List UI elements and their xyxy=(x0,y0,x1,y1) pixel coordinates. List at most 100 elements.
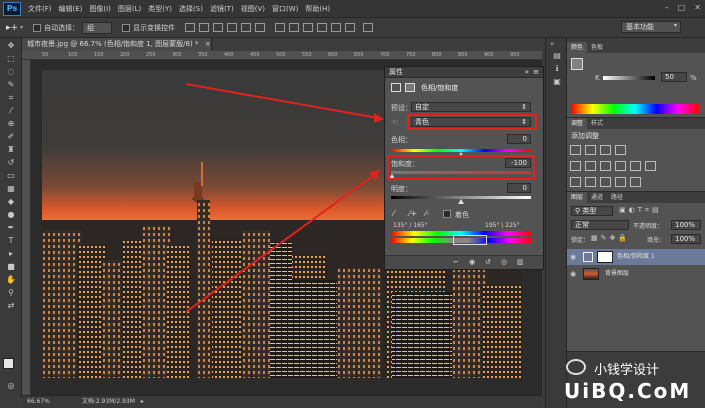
invert-icon[interactable] xyxy=(570,177,581,187)
levels-icon[interactable] xyxy=(585,145,596,155)
opacity-input[interactable]: 100% xyxy=(671,220,701,230)
preset-value: 自定 xyxy=(415,103,429,111)
tab-channels[interactable]: 通道 xyxy=(587,192,607,203)
properties-panel: 属性 » ≡ 色相/饱和度 预设： 自定 ⇕ ☜ 青色 ⇕ 色相： 0 饱和度：… xyxy=(384,66,544,270)
add-adjustment-heading: 添加调整 xyxy=(571,132,599,140)
panel-icon-strip: » ▤ ℹ ▣ xyxy=(545,38,567,408)
fill-label: 填充： xyxy=(647,237,666,244)
mask-icon[interactable] xyxy=(405,83,415,92)
colorize-label: 着色 xyxy=(455,211,469,219)
clip-to-layer-icon[interactable]: ⌐ xyxy=(453,258,459,266)
gradient-map-icon[interactable] xyxy=(615,177,626,187)
black-white-icon[interactable] xyxy=(615,161,626,171)
adjustment-icons-row-3 xyxy=(567,175,705,191)
arrowhead-channel xyxy=(374,113,384,123)
targeted-adjust-hand-icon[interactable]: ☜ xyxy=(391,118,398,127)
reset-icon[interactable]: ↺ xyxy=(485,258,491,266)
adjustments-panel-tabs: 调整 样式 xyxy=(567,118,705,129)
fill-input[interactable]: 100% xyxy=(671,234,701,244)
hue-saturation-icon[interactable] xyxy=(585,161,596,171)
watermark-title: 小钱学设计 xyxy=(594,363,660,378)
foreground-swatch[interactable] xyxy=(571,58,583,70)
collapse-panels-icon[interactable]: » xyxy=(550,40,562,48)
arrow-to-channel xyxy=(185,83,379,119)
k-channel-label: K xyxy=(595,74,600,82)
adjustment-layer-icon xyxy=(391,83,401,92)
range-right-value: 195° \ 225° xyxy=(485,222,520,229)
range-left-value: 135° / 165° xyxy=(393,222,428,229)
color-balance-icon[interactable] xyxy=(600,161,611,171)
tab-styles[interactable]: 样式 xyxy=(587,118,607,129)
delete-adjustment-icon[interactable]: ▥ xyxy=(517,258,524,266)
lightness-input[interactable]: 0 xyxy=(507,183,531,193)
tab-color[interactable]: 颜色 xyxy=(567,42,588,53)
layer-row-hue-saturation[interactable]: ◉ 色相/饱和度 1 xyxy=(567,249,705,265)
layer-filter-dropdown[interactable]: ⚲ 类型 xyxy=(571,206,613,216)
preset-label: 预设： xyxy=(391,104,412,112)
color-panel: 颜色 色板 K 50 % xyxy=(567,42,705,118)
panel-menu-icon[interactable]: ≡ xyxy=(533,67,539,78)
adjustments-panel: 调整 样式 添加调整 xyxy=(567,118,705,192)
threshold-icon[interactable] xyxy=(600,177,611,187)
arrowhead-saturation xyxy=(369,170,380,181)
eyedropper-icon[interactable]: ⁄ xyxy=(393,209,394,218)
k-value-input[interactable]: 50 xyxy=(661,72,687,82)
layer-row-background[interactable]: ◉ 背景图层 xyxy=(567,266,705,282)
lightness-slider-thumb[interactable] xyxy=(458,199,464,204)
visibility-eye-icon[interactable]: ◉ xyxy=(570,253,576,261)
preset-dropdown[interactable]: 自定 ⇕ xyxy=(411,102,531,112)
tab-paths[interactable]: 路径 xyxy=(607,192,627,203)
k-slider[interactable] xyxy=(603,76,655,80)
brightness-contrast-icon[interactable] xyxy=(570,145,581,155)
status-bar: 66.67% 文档:2.93M/2.93M ▸ xyxy=(22,395,542,408)
adjustment-icons-row-2 xyxy=(567,159,705,175)
view-previous-icon[interactable]: ◉ xyxy=(469,258,475,266)
properties-title: 属性 xyxy=(389,68,403,76)
layers-panel: 图层 通道 路径 ⚲ 类型 ▣◐T⌗▤ 正常 不透明度： 100% 锁定： ▦✎… xyxy=(567,192,705,352)
hue-range-selector[interactable] xyxy=(453,235,487,245)
tab-layers[interactable]: 图层 xyxy=(567,192,588,203)
filter-icons[interactable]: ▣◐T⌗▤ xyxy=(619,206,662,215)
blend-mode-dropdown[interactable]: 正常 xyxy=(571,220,629,230)
color-panel-tabs: 颜色 色板 xyxy=(567,42,705,53)
filter-type-value: 类型 xyxy=(582,207,597,215)
layer-thumbnail xyxy=(583,268,599,280)
eyedropper-plus-icon[interactable]: ⁄+ xyxy=(409,209,417,218)
visibility-toggle-icon[interactable]: ◎ xyxy=(501,258,507,266)
blend-mode-value: 正常 xyxy=(575,221,589,229)
watermark-url: UiBQ.CoM xyxy=(564,379,692,403)
selective-color-icon[interactable] xyxy=(630,177,641,187)
k-value: 50 xyxy=(665,73,674,81)
visibility-eye-icon[interactable]: ◉ xyxy=(570,270,576,278)
preset-chevron-icon: ⇕ xyxy=(521,103,527,111)
colorize-checkbox[interactable] xyxy=(443,210,451,218)
channel-mixer-icon[interactable] xyxy=(645,161,656,171)
curves-icon[interactable] xyxy=(600,145,611,155)
hue-input[interactable]: 0 xyxy=(507,134,531,144)
saturation-highlight xyxy=(387,155,535,180)
lock-icons[interactable]: ▦✎✥🔒 xyxy=(591,234,630,242)
properties-header: 属性 » ≡ xyxy=(385,67,543,78)
vibrance-icon[interactable] xyxy=(570,161,581,171)
hue-label: 色相： xyxy=(391,136,412,144)
panel-collapse-icon[interactable]: » xyxy=(525,67,529,78)
photo-filter-icon[interactable] xyxy=(630,161,641,171)
status-arrow-icon[interactable]: ▸ xyxy=(141,398,144,405)
posterize-icon[interactable] xyxy=(585,177,596,187)
color-spectrum[interactable] xyxy=(571,104,699,114)
lock-label: 锁定： xyxy=(571,237,590,244)
tab-adjustments[interactable]: 调整 xyxy=(567,118,588,129)
lightness-label: 明度： xyxy=(391,185,412,193)
arrow-to-saturation xyxy=(185,174,375,313)
adjustment-icons-row-1 xyxy=(567,143,705,159)
tab-swatches[interactable]: 色板 xyxy=(587,42,607,53)
layer-name: 背景图层 xyxy=(605,270,630,277)
watermark: 小钱学设计 UiBQ.CoM xyxy=(558,357,703,405)
zoom-level[interactable]: 66.67% xyxy=(27,398,50,405)
eyedropper-minus-icon[interactable]: ⁄- xyxy=(425,209,429,218)
info-panel-icon[interactable]: ℹ xyxy=(550,63,564,74)
mask-thumbnail[interactable] xyxy=(597,251,613,263)
exposure-icon[interactable] xyxy=(615,145,626,155)
history-panel-icon[interactable]: ▤ xyxy=(550,50,564,61)
properties-panel-icon[interactable]: ▣ xyxy=(550,76,564,87)
